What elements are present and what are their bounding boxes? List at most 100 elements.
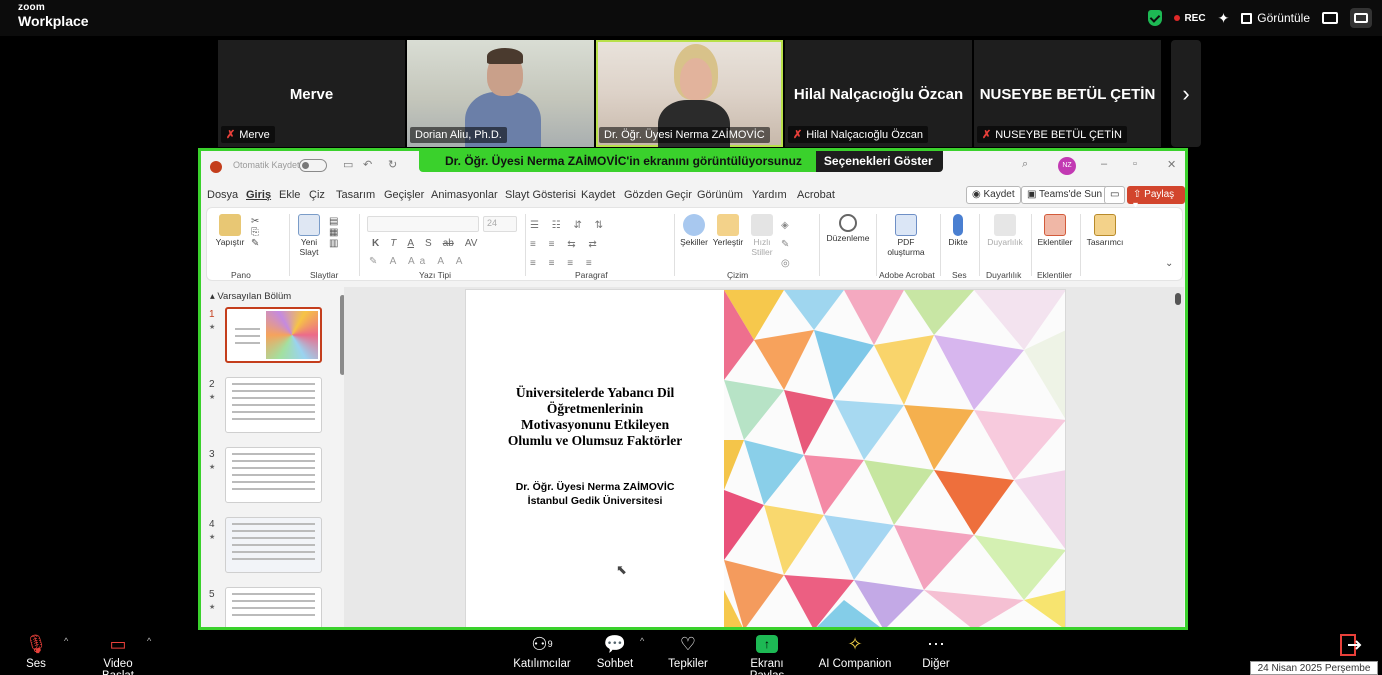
new-slide-button[interactable]: Yeni Slayt bbox=[295, 214, 323, 258]
menu-ekle[interactable]: Ekle bbox=[279, 189, 300, 201]
create-pdf-button[interactable]: PDF oluşturma bbox=[883, 214, 929, 258]
slide-thumbnail[interactable] bbox=[225, 517, 322, 573]
comments-icon[interactable]: ▭ bbox=[1104, 186, 1126, 204]
maximize-icon[interactable]: ▫ bbox=[1133, 158, 1137, 170]
mic-muted-icon: 🎙 bbox=[24, 633, 48, 654]
paragraph-icons[interactable]: ☰ ☷ ⇵ ⇅ ≡ ≡ ⇆ ⇄ ≡ ≡ ≡ ≡ bbox=[530, 216, 608, 273]
undo-icon[interactable]: ↶ bbox=[363, 158, 372, 171]
audio-button[interactable]: 🎙 Ses bbox=[22, 633, 50, 671]
share-screen-icon: ↑ bbox=[734, 634, 800, 654]
shapes-button[interactable]: Şekiller bbox=[679, 214, 709, 248]
menu-slayt-gosterisi[interactable]: Slayt Gösterisi bbox=[505, 189, 576, 201]
designer-button[interactable]: Tasarımcı bbox=[1083, 214, 1127, 248]
menu-giris[interactable]: Giriş bbox=[246, 189, 271, 201]
audio-options-caret-icon[interactable]: ^ bbox=[64, 636, 68, 646]
participant-tile[interactable]: Hilal Nalçacıoğlu Özcan ✗ Hilal Nalçacıo… bbox=[785, 40, 972, 147]
canvas-scrollbar[interactable] bbox=[1174, 287, 1182, 627]
chat-options-caret-icon[interactable]: ^ bbox=[640, 636, 644, 646]
dictate-button[interactable]: Dikte bbox=[945, 214, 971, 248]
security-shield-icon[interactable] bbox=[1148, 10, 1163, 26]
participant-tile[interactable]: NUSEYBE BETÜL ÇETİN ✗ NUSEYBE BETÜL ÇETİ… bbox=[974, 40, 1161, 147]
menu-animasyonlar[interactable]: Animasyonlar bbox=[431, 189, 498, 201]
rec-label: REC bbox=[1184, 12, 1206, 24]
section-name: Varsayılan Bölüm bbox=[217, 291, 292, 302]
menu-yardim[interactable]: Yardım bbox=[752, 189, 787, 201]
drawing-small-icons[interactable]: ◈ ✎ ◎ bbox=[781, 216, 795, 273]
video-button[interactable]: ▭ Video Başlat bbox=[86, 634, 150, 675]
menu-acrobat[interactable]: Acrobat bbox=[797, 189, 835, 201]
video-person-head bbox=[680, 58, 712, 100]
leave-meeting-icon[interactable] bbox=[1338, 633, 1362, 657]
font-name-select[interactable] bbox=[367, 216, 479, 232]
group-ses: Ses bbox=[952, 270, 967, 280]
ai-sparkle-icon[interactable]: ✦ bbox=[1218, 10, 1230, 27]
shadow-button[interactable]: S bbox=[425, 238, 432, 249]
fullscreen-icon[interactable] bbox=[1350, 8, 1372, 28]
slide-layout-icons[interactable]: ▤ ▦ ▥ bbox=[329, 216, 343, 249]
show-options-button[interactable]: Seçenekleri Göster bbox=[815, 151, 943, 172]
group-duyarlilik: Duyarlılık bbox=[986, 270, 1022, 280]
menu-dosya[interactable]: Dosya bbox=[207, 189, 238, 201]
participant-tile[interactable]: Dorian Aliu, Ph.D. bbox=[407, 40, 594, 147]
slide-thumbnail[interactable] bbox=[225, 587, 322, 627]
quick-styles-button[interactable]: Hızlı Stiller bbox=[747, 214, 777, 258]
menu-gozden-gecir[interactable]: Gözden Geçir bbox=[624, 189, 692, 201]
next-page-chevron-icon[interactable]: › bbox=[1171, 40, 1201, 147]
sensitivity-button[interactable]: Duyarlılık bbox=[983, 214, 1027, 248]
slide-thumbnail[interactable] bbox=[225, 447, 322, 503]
save-icon[interactable]: ▭ bbox=[343, 158, 353, 171]
participant-tile[interactable]: Merve ✗ Merve bbox=[218, 40, 405, 147]
user-avatar[interactable]: NZ bbox=[1058, 157, 1076, 175]
font-color-row[interactable]: ✎ A Aa A A bbox=[369, 256, 467, 267]
participants-button[interactable]: ⚇ 9 Katılımcılar bbox=[512, 634, 572, 671]
participant-tag-label: Dr. Öğr. Üyesi Nerma ZAİMOVİC bbox=[604, 129, 765, 141]
slide-thumbnail[interactable] bbox=[225, 377, 322, 433]
record-button[interactable]: ◉ Kaydet bbox=[966, 186, 1021, 204]
share-banner-text: Dr. Öğr. Üyesi Nerma ZAİMOVİC'in ekranın… bbox=[419, 151, 816, 172]
slide-thumbnail-selected[interactable] bbox=[225, 307, 322, 363]
search-icon[interactable]: ⌕ bbox=[1022, 158, 1028, 171]
teams-label: Teams'de Sun bbox=[1039, 189, 1103, 200]
menu-gecisler[interactable]: Geçişler bbox=[384, 189, 424, 201]
arrange-button[interactable]: Yerleştir bbox=[711, 214, 745, 248]
autosave-toggle[interactable] bbox=[299, 159, 327, 172]
pdf-label2: oluşturma bbox=[887, 246, 925, 257]
menu-gorunum[interactable]: Görünüm bbox=[697, 189, 743, 201]
addins-button[interactable]: Eklentiler bbox=[1034, 214, 1076, 248]
menu-kaydet[interactable]: Kaydet bbox=[581, 189, 615, 201]
close-icon[interactable]: ✕ bbox=[1167, 158, 1176, 171]
pip-icon[interactable] bbox=[1322, 12, 1338, 24]
participant-tile-active[interactable]: Dr. Öğr. Üyesi Nerma ZAİMOVİC bbox=[596, 40, 783, 147]
ai-companion-button[interactable]: ✧ AI Companion bbox=[818, 634, 892, 671]
thumb-star-icon: ★ bbox=[209, 604, 216, 611]
reactions-button[interactable]: ♡ Tepkiler bbox=[666, 634, 710, 671]
menu-ciz[interactable]: Çiz bbox=[309, 189, 325, 201]
chat-button[interactable]: 💬 Sohbet bbox=[594, 634, 636, 671]
slide-author[interactable]: Dr. Öğr. Üyesi Nerma ZAİMOVİC İstanbul G… bbox=[466, 480, 724, 508]
strikethrough-button[interactable]: ab bbox=[443, 238, 454, 249]
underline-button[interactable]: A bbox=[407, 238, 414, 249]
magnifier-icon bbox=[839, 214, 857, 232]
font-size-select[interactable]: 24 bbox=[483, 216, 517, 232]
editing-button[interactable]: Düzenleme bbox=[825, 214, 871, 244]
section-label[interactable]: ▴ Varsayılan Bölüm bbox=[210, 291, 291, 302]
view-button[interactable]: Görüntüle bbox=[1241, 11, 1310, 25]
menu-tasarim[interactable]: Tasarım bbox=[336, 189, 375, 201]
slide-title[interactable]: Üniversitelerde Yabancı Dil Öğretmenleri… bbox=[466, 385, 724, 449]
redo-icon[interactable]: ↻ bbox=[388, 158, 397, 171]
recording-indicator[interactable]: REC bbox=[1174, 12, 1206, 24]
thumb-number: 5 bbox=[209, 589, 215, 600]
italic-button[interactable]: T bbox=[390, 238, 396, 249]
more-button[interactable]: ⋯ Diğer bbox=[918, 634, 954, 671]
current-slide[interactable]: Üniversitelerde Yabancı Dil Öğretmenleri… bbox=[465, 289, 1066, 627]
share-screen-button[interactable]: ↑ Ekranı Paylaş bbox=[734, 634, 800, 675]
spacing-button[interactable]: AV bbox=[465, 238, 478, 249]
bold-button[interactable]: K bbox=[372, 238, 379, 249]
video-options-caret-icon[interactable]: ^ bbox=[147, 636, 151, 646]
paste-button[interactable]: Yapıştır bbox=[213, 214, 247, 248]
clipboard-small-icons[interactable]: ✂ ⎘ ✎ bbox=[251, 216, 264, 249]
teams-present-button[interactable]: ▣ Teams'de Sun bbox=[1021, 186, 1109, 204]
share-button[interactable]: ⇧ Paylaş ▾ bbox=[1127, 186, 1185, 211]
collapse-ribbon-chevron-icon[interactable]: ⌄ bbox=[1165, 258, 1173, 270]
minimize-icon[interactable]: – bbox=[1101, 158, 1107, 170]
